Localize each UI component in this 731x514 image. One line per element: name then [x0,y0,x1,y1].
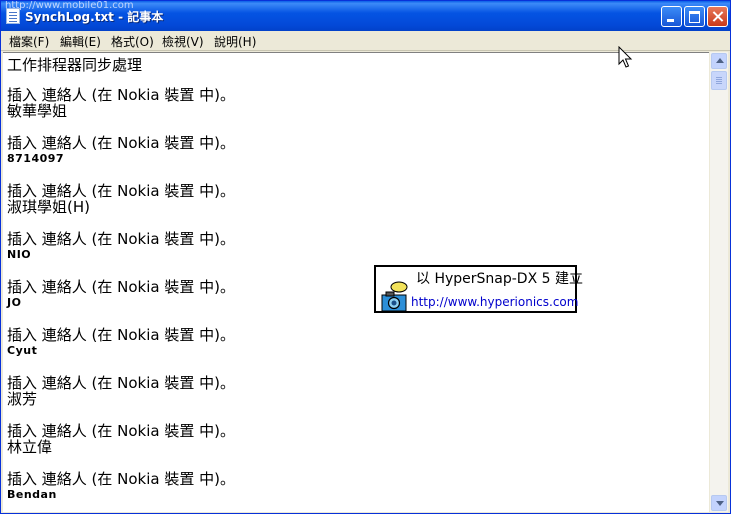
log-contact-name: Cyut [7,344,38,357]
log-action-line: 插入 連絡人 (在 Nokia 裝置 中)。 [7,278,235,296]
minimize-icon[interactable] [661,6,682,27]
log-action-line: 插入 連絡人 (在 Nokia 裝置 中)。 [7,182,235,200]
log-contact-name: NIO [7,248,32,261]
log-contact-name: JO [7,296,22,309]
menu-edit[interactable]: 編輯(E) [60,33,101,50]
menu-help[interactable]: 說明(H) [214,33,256,50]
log-contact-name: 淑芳 [7,390,38,408]
text-editor-area[interactable]: 工作排程器同步處理 插入 連絡人 (在 Nokia 裝置 中)。 敏華學姐 插入… [3,52,709,512]
arrow-up-icon[interactable] [711,53,727,69]
mouse-cursor-icon [618,45,634,70]
hypersnap-badge: 以 HyperSnap-DX 5 建立 http://www.hyperioni… [374,265,583,313]
log-action-line: 插入 連絡人 (在 Nokia 裝置 中)。 [7,134,235,152]
log-action-line: 插入 連絡人 (在 Nokia 裝置 中)。 [7,422,235,440]
arrow-down-icon[interactable] [711,495,727,511]
window-title: SynchLog.txt - 記事本 [25,10,164,24]
document-heading: 工作排程器同步處理 [7,56,143,74]
notepad-window: http://www.mobile01.com SynchLog.txt - 記… [0,0,731,514]
close-icon[interactable] [707,6,728,27]
log-contact-name: 淑琪學姐(H) [7,198,90,216]
log-contact-name: 林立偉 [7,438,53,456]
menu-view[interactable]: 檢視(V) [162,33,204,50]
badge-link[interactable]: http://www.hyperionics.com [411,295,578,309]
title-bar[interactable]: http://www.mobile01.com SynchLog.txt - 記… [1,1,730,31]
vertical-scrollbar[interactable] [710,52,728,512]
log-contact-name: 8714097 [7,152,65,165]
log-contact-name: 敏華學姐 [7,102,68,120]
menu-format[interactable]: 格式(O) [111,33,154,50]
badge-caption: 以 HyperSnap-DX 5 建立 [416,271,583,287]
menu-file[interactable]: 檔案(F) [9,33,49,50]
log-action-line: 插入 連絡人 (在 Nokia 裝置 中)。 [7,326,235,344]
log-action-line: 插入 連絡人 (在 Nokia 裝置 中)。 [7,86,235,104]
log-action-line: 插入 連絡人 (在 Nokia 裝置 中)。 [7,230,235,248]
log-contact-name: Bendan [7,488,57,501]
camera-icon [381,281,408,312]
scrollbar-thumb[interactable] [711,71,727,90]
log-action-line: 插入 連絡人 (在 Nokia 裝置 中)。 [7,374,235,392]
notepad-icon[interactable] [6,8,20,24]
log-action-line: 插入 連絡人 (在 Nokia 裝置 中)。 [7,470,235,488]
maximize-icon[interactable] [684,6,705,27]
